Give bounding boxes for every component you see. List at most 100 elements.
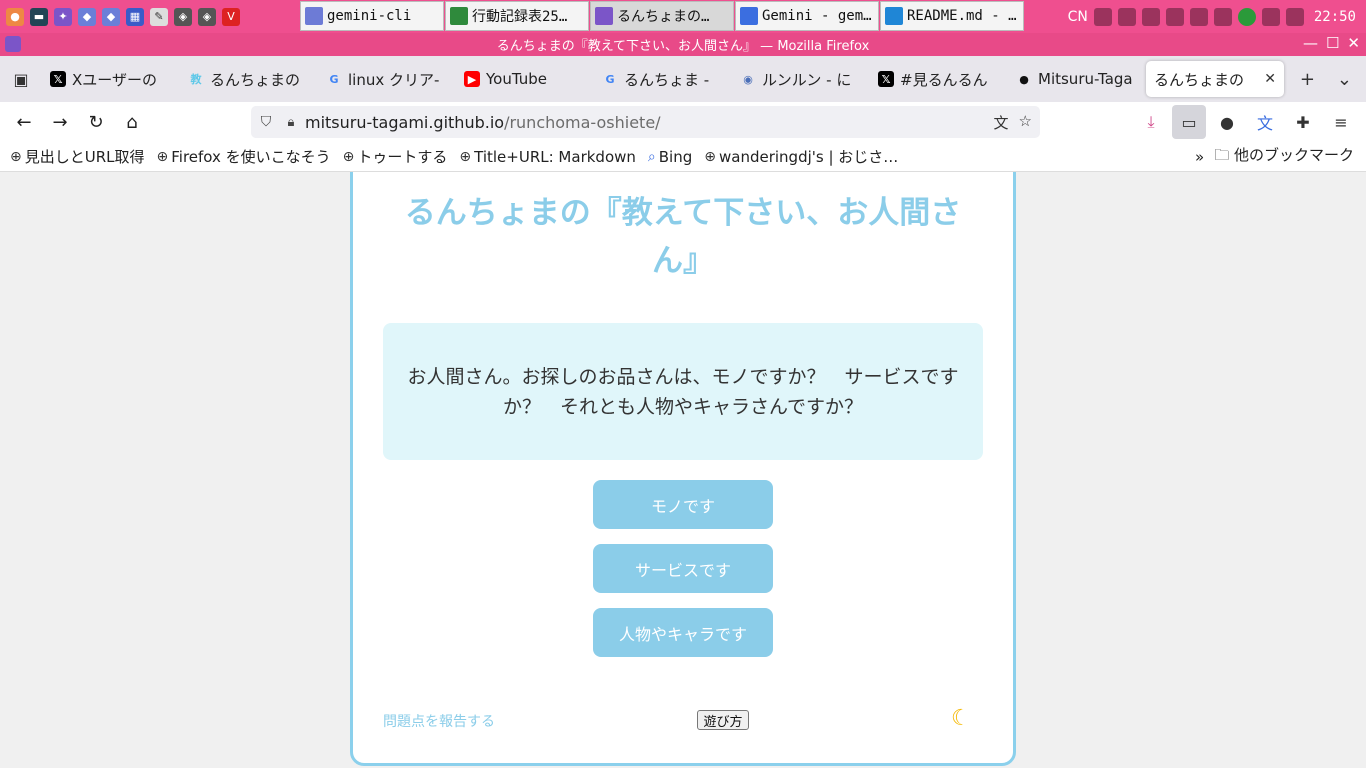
firefox-window-icon[interactable] [5,36,21,52]
alert-tray-icon[interactable] [1117,7,1136,26]
task-button-active[interactable]: るんちょまの… [590,1,734,31]
tab[interactable]: ◉ ルンルン - に [732,61,870,97]
vivaldi-launcher-icon[interactable]: V [222,7,240,26]
window-titlebar: るんちょまの『教えて下さい、お人間さん』 — Mozilla Firefox —… [0,33,1366,56]
tab-label: Xユーザーの [72,70,157,89]
update-tray-icon-2[interactable] [1213,7,1232,26]
menu-icon[interactable]: ≡ [1324,105,1358,139]
drive-tray-icon[interactable] [1261,7,1280,26]
bookmark-list: ⊕ 見出しとURL取得 ⊕ Firefox を使いこなそう ⊕ トゥートする ⊕ Title+… [10,146,910,167]
url-path[interactable]: /runchoma-oshiete/ [504,113,661,132]
tab-label: ルンルン - に [762,70,852,89]
x-icon: 𝕏 [50,71,66,87]
minimize-icon[interactable]: — [1303,34,1318,52]
firefox-launcher-icon[interactable]: ✦ [54,7,72,26]
task-button[interactable]: gemini-cli [300,1,444,31]
tool-launcher-icon-2[interactable]: ◈ [198,7,216,26]
app-launcher-icon[interactable]: ● [6,7,24,26]
task-app-icon [595,7,613,25]
dark-mode-moon-icon[interactable]: ☾ [951,706,971,731]
tab[interactable]: 𝕏 Xユーザーの [42,61,180,97]
tab-list-chevron-icon[interactable]: ⌄ [1337,69,1352,90]
clock[interactable]: 22:50 [1314,9,1356,25]
back-icon[interactable]: ← [6,104,42,140]
downloads-icon[interactable]: ⤓ [1134,105,1168,139]
bookmark-label: トゥートする [357,148,448,166]
tab[interactable]: 𝕏 #見るんるん [870,61,1008,97]
editor-launcher-icon[interactable]: ✎ [150,7,168,26]
input-method-indicator[interactable]: CN [1068,9,1088,25]
tab-label: #見るんるん [900,70,988,89]
globe-icon: ◉ [743,72,753,86]
bookmark-item[interactable]: ⊕ 見出しとURL取得 [10,146,145,167]
new-tab-icon[interactable]: + [1300,69,1315,90]
tool-launcher-icon[interactable]: ◈ [174,7,192,26]
bookmark-item[interactable]: ⌕ Bing [648,148,692,166]
task-button[interactable]: README.md - … [880,1,1024,31]
task-app-icon [740,7,758,25]
task-button[interactable]: 行動記録表25… [445,1,589,31]
tab-active[interactable]: るんちょまの ✕ [1146,61,1284,97]
lock-icon[interactable]: 🔒︎ [281,115,301,130]
terminal-launcher-icon[interactable]: ▬ [30,7,48,26]
search-icon: ⌕ [647,148,656,165]
task-button[interactable]: Gemini - gem… [735,1,879,31]
tab[interactable]: G るんちょま - [594,61,732,97]
globe-icon: ⊕ [704,148,716,165]
tab-strip: ▣ 𝕏 Xユーザーの 教るんちょまの Glinux クリア- ▶ YouTube G るんちょ… [0,56,1366,102]
url-host[interactable]: mitsuru-tagami.github.io [305,113,504,132]
shield-tray-icon[interactable] [1093,7,1112,26]
tab[interactable]: Glinux クリア- [318,61,456,97]
other-bookmarks-folder[interactable]: 🗀 他のブックマーク [1214,144,1354,170]
signal-tray-icon[interactable] [1141,7,1160,26]
url-bar[interactable]: ⛉ 🔒︎ mitsuru-tagami.github.io/runchoma-o… [251,106,1040,138]
folder-icon: 🗀 [1214,145,1230,164]
answer-button-service[interactable]: サービスです [593,544,773,593]
tab[interactable]: ● Mitsuru-Taga [1008,61,1146,97]
clock-tray-icon[interactable] [1165,7,1184,26]
report-issue-link[interactable]: 問題点を報告する [383,711,495,731]
tracking-shield-icon[interactable]: ⛉ [251,114,281,130]
cube-launcher-icon[interactable]: ◆ [78,7,96,26]
bookmark-star-icon[interactable]: ☆ [1019,112,1032,133]
sidebar-icon[interactable]: ▭ [1172,105,1206,139]
tab-close-icon[interactable]: ✕ [1258,71,1276,87]
translate-icon[interactable]: 文 [994,112,1009,133]
window-controls: — ☐ ✕ [1303,34,1360,52]
tab-label: るんちょまの [210,70,301,89]
answer-button-mono[interactable]: モノです [593,480,773,529]
task-label: README.md - … [907,8,1017,24]
bookmark-item[interactable]: ⊕ wanderingdj's | おじさ… [704,146,898,167]
globe-icon: ⊕ [459,148,472,165]
how-to-play-button[interactable]: 遊び方 [697,710,749,730]
globe-icon: ⊕ [10,148,22,165]
translate-extension-icon[interactable]: 文 [1248,105,1282,139]
launcher-area: ● ▬ ✦ ◆ ◆ ▦ ✎ ◈ ◈ V [0,7,300,26]
page-viewport: るんちょまの『教えて下さい、お人間さん』 お人間さん。お探しのお品さんは、モノで… [0,172,1366,768]
url-bar-actions: 文 ☆ [994,112,1040,133]
update-tray-icon[interactable] [1189,7,1208,26]
tab[interactable]: 教るんちょまの [180,61,318,97]
tab-strip-actions: + ⌄ [1300,69,1366,90]
close-window-icon[interactable]: ✕ [1347,34,1360,52]
volume-tray-icon[interactable] [1285,7,1304,26]
extensions-puzzle-icon[interactable]: ✚ [1286,105,1320,139]
answer-button-character[interactable]: 人物やキャラです [593,608,773,657]
tab[interactable]: ▶ YouTube [456,61,594,97]
bookmark-item[interactable]: ⊕ トゥートする [343,146,448,167]
maximize-icon[interactable]: ☐ [1326,34,1339,52]
home-icon[interactable]: ⌂ [114,104,150,140]
bookmark-item[interactable]: ⊕ Firefox を使いこなそう [157,146,331,167]
cube-launcher-icon-2[interactable]: ◆ [102,7,120,26]
calculator-launcher-icon[interactable]: ▦ [126,7,144,26]
forward-icon[interactable]: → [42,104,78,140]
firefox-view-icon[interactable]: ▣ [0,56,42,102]
reload-icon[interactable]: ↻ [78,104,114,140]
extension-circle-icon[interactable]: ● [1210,105,1244,139]
overflow-chevron-icon[interactable]: » [1195,148,1204,166]
task-app-icon [450,7,468,25]
game-card: るんちょまの『教えて下さい、お人間さん』 お人間さん。お探しのお品さんは、モノで… [350,172,1016,766]
tab-label: linux クリア- [348,70,440,89]
bookmark-item[interactable]: ⊕ Title+URL: Markdown [459,148,636,166]
status-tray-icon[interactable] [1237,7,1256,26]
